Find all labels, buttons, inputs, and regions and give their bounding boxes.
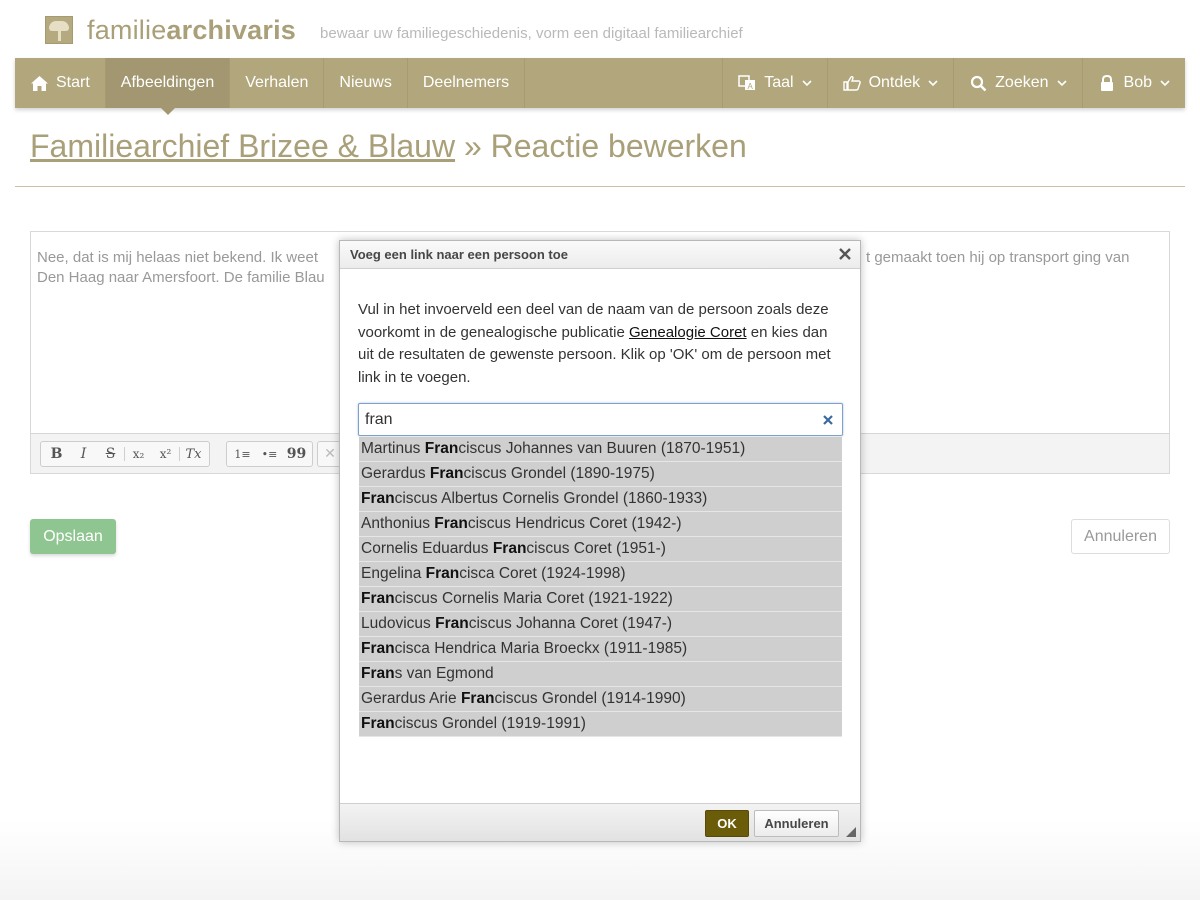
list-item[interactable]: Franciscus Cornelis Maria Coret (1921-19…: [359, 587, 842, 612]
nav-zoeken-label: Zoeken: [995, 74, 1049, 91]
unlink-icon[interactable]: ✕: [320, 443, 340, 465]
save-button[interactable]: Opslaan: [30, 519, 116, 554]
dialog-cancel-button[interactable]: Annuleren: [754, 810, 839, 837]
chevron-down-icon: [801, 80, 812, 87]
clear-icon[interactable]: [822, 414, 834, 426]
nav-afbeeldingen-label: Afbeeldingen: [120, 74, 215, 91]
brand-light: familie: [87, 14, 167, 45]
nav-zoeken-dropdown[interactable]: Zoeken: [953, 58, 1081, 108]
bold-button[interactable]: B: [43, 443, 70, 465]
lock-icon: [1098, 74, 1116, 92]
blockquote-button[interactable]: 99: [283, 443, 310, 465]
list-item[interactable]: Anthonius Franciscus Hendricus Coret (19…: [359, 512, 842, 537]
list-item[interactable]: Franciscus Albertus Cornelis Grondel (18…: [359, 487, 842, 512]
remove-format-button[interactable]: Tx: [180, 443, 207, 465]
bulleted-list-button[interactable]: •≡: [256, 443, 283, 465]
nav-right-group: A Taal Ontdek Zoeken Bob: [722, 58, 1185, 108]
list-item[interactable]: Engelina Francisca Coret (1924-1998): [359, 562, 842, 587]
person-search-box: [358, 403, 843, 436]
brand-bold: archivaris: [166, 14, 297, 45]
search-results-list: Martinus Franciscus Johannes van Buuren …: [359, 437, 842, 737]
nav-ontdek-dropdown[interactable]: Ontdek: [826, 58, 954, 108]
breadcrumb-archive-link[interactable]: Familiearchief Brizee & Blauw: [30, 128, 455, 164]
subscript-button[interactable]: x₂: [125, 443, 152, 465]
close-icon[interactable]: [838, 247, 852, 261]
nav-verhalen-label: Verhalen: [245, 74, 309, 91]
cancel-button[interactable]: Annuleren: [1071, 519, 1170, 554]
nav-deelnemers[interactable]: Deelnemers: [408, 58, 526, 108]
nav-user-label: Bob: [1123, 74, 1152, 91]
person-search-input[interactable]: [365, 404, 805, 435]
nav-deelnemers-label: Deelnemers: [422, 74, 510, 91]
nav-verhalen[interactable]: Verhalen: [230, 58, 325, 108]
dialog-instructions: Vul in het invoerveld een deel van de na…: [358, 299, 843, 389]
page-title-current: Reactie bewerken: [490, 128, 747, 164]
list-item[interactable]: Franciscus Grondel (1919-1991): [359, 712, 842, 737]
list-item[interactable]: Francisca Hendrica Maria Broeckx (1911-1…: [359, 637, 842, 662]
nav-nieuws-label: Nieuws: [339, 74, 392, 91]
nav-taal-label: Taal: [764, 74, 794, 91]
resize-handle-icon[interactable]: [846, 827, 856, 837]
thumbs-up-icon: [842, 74, 861, 92]
italic-button[interactable]: I: [70, 443, 97, 465]
nav-start-label: Start: [56, 74, 90, 91]
person-link-dialog: Voeg een link naar een persoon toe Vul i…: [339, 240, 861, 842]
breadcrumb-separator: »: [455, 128, 491, 164]
format-group: B I S x₂ x² Tx: [40, 441, 210, 467]
translate-icon: A: [738, 74, 756, 92]
list-item[interactable]: Gerardus Franciscus Grondel (1890-1975): [359, 462, 842, 487]
search-icon: [969, 74, 987, 92]
list-item[interactable]: Martinus Franciscus Johannes van Buuren …: [359, 437, 842, 462]
nav-nieuws[interactable]: Nieuws: [324, 58, 408, 108]
site-header: familiearchivaris bewaar uw familiegesch…: [45, 14, 743, 46]
editor-text-line1-end: t gemaakt toen hij op transport ging van: [866, 249, 1130, 266]
tree-logo-icon[interactable]: [45, 16, 73, 44]
genealogie-coret-link[interactable]: Genealogie Coret: [629, 324, 747, 341]
editor-text-line1-start: Nee, dat is mij helaas niet bekend. Ik w…: [37, 249, 318, 266]
site-tagline: bewaar uw familiegeschiedenis, vorm een …: [320, 24, 743, 42]
title-divider: [15, 186, 1185, 187]
home-icon: [30, 74, 48, 92]
chevron-down-icon: [928, 80, 938, 87]
nav-afbeeldingen[interactable]: Afbeeldingen: [105, 58, 231, 115]
nav-start[interactable]: Start: [15, 58, 106, 108]
main-navbar: Start Afbeeldingen Verhalen Nieuws Deeln…: [15, 58, 1185, 115]
ok-button[interactable]: OK: [705, 810, 749, 837]
chevron-down-icon: [1056, 80, 1067, 87]
nav-taal-dropdown[interactable]: A Taal: [722, 58, 826, 108]
list-item[interactable]: Frans van Egmond: [359, 662, 842, 687]
chevron-down-icon: [1160, 80, 1170, 87]
list-item[interactable]: Cornelis Eduardus Franciscus Coret (1951…: [359, 537, 842, 562]
list-item[interactable]: Gerardus Arie Franciscus Grondel (1914-1…: [359, 687, 842, 712]
nav-ontdek-label: Ontdek: [868, 74, 921, 91]
svg-text:A: A: [748, 82, 754, 91]
page-title: Familiearchief Brizee & Blauw » Reactie …: [30, 128, 747, 165]
brand-logo[interactable]: familiearchivaris: [87, 15, 296, 46]
numbered-list-button[interactable]: 1≡: [229, 443, 256, 465]
dialog-title[interactable]: Voeg een link naar een persoon toe: [340, 241, 860, 269]
superscript-button[interactable]: x²: [152, 443, 179, 465]
list-group: 1≡ •≡ 99: [226, 441, 313, 467]
list-item[interactable]: Ludovicus Franciscus Johanna Coret (1947…: [359, 612, 842, 637]
nav-user-dropdown[interactable]: Bob: [1081, 58, 1185, 108]
strikethrough-button[interactable]: S: [97, 443, 124, 465]
dialog-footer: OK Annuleren: [340, 803, 860, 841]
